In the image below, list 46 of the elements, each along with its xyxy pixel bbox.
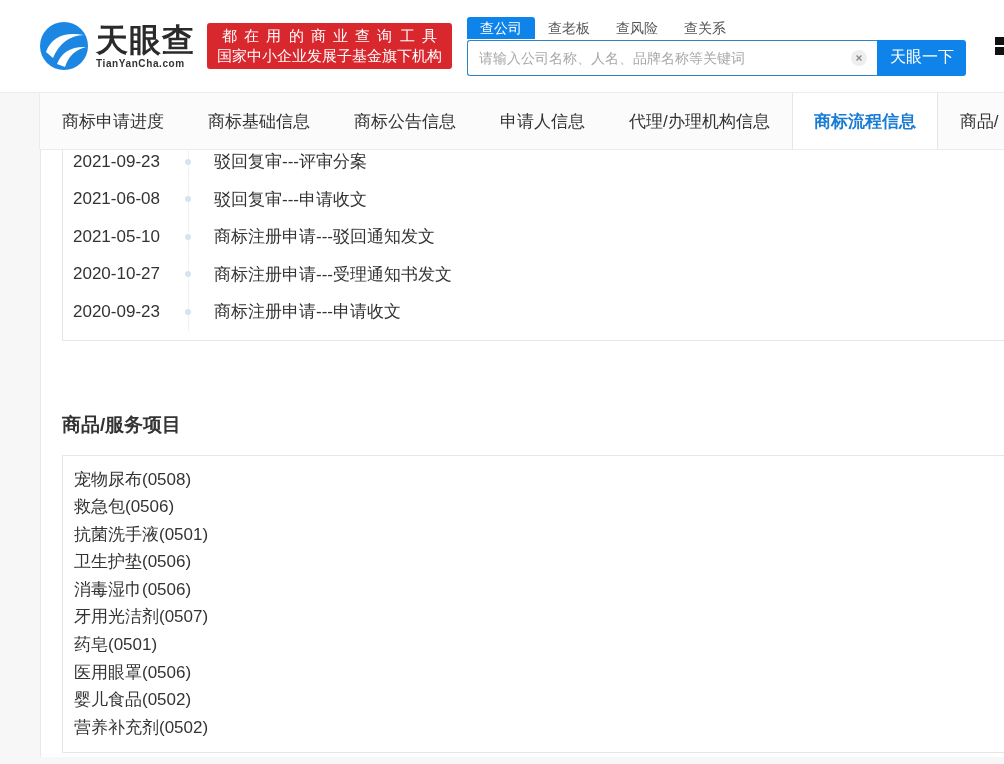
timeline-date: 2020-09-23 <box>73 301 161 322</box>
timeline-date: 2021-06-08 <box>73 189 161 210</box>
logo-name: 天眼查 <box>96 22 195 57</box>
goods-item: 抗菌洗手液(0501) <box>74 523 209 546</box>
search-field[interactable]: 请输入公司名称、人名、品牌名称等关键词 <box>467 39 877 76</box>
timeline-date: 2020-10-27 <box>73 264 161 285</box>
search-button[interactable]: 天眼一下 <box>877 39 966 76</box>
nav-tab[interactable]: 商标基础信息 <box>186 93 332 149</box>
timeline-event: 商标注册申请---申请收文 <box>214 301 401 324</box>
goods-item: 宠物尿布(0508) <box>74 468 192 491</box>
search-tab[interactable]: 查关系 <box>671 16 739 39</box>
timeline-event: 驳回复审---评审分案 <box>214 151 367 174</box>
goods-item: 救急包(0506) <box>74 496 175 519</box>
logo-domain: TianYanCha.com <box>96 56 185 70</box>
nav-tab[interactable]: 商标公告信息 <box>332 93 478 149</box>
slogan-text: 国家中小企业发展子基金旗下机构 <box>217 46 442 66</box>
timeline-event: 驳回复审---申请收文 <box>214 188 367 211</box>
timeline-dot <box>185 308 191 315</box>
nav-tab[interactable]: 代理/办理机构信息 <box>607 93 792 149</box>
timeline-date: 2021-05-10 <box>73 226 161 247</box>
goods-item: 营养补充剂(0502) <box>74 716 209 739</box>
timeline-dot <box>185 233 191 240</box>
clear-icon[interactable] <box>851 49 867 66</box>
search-tab[interactable]: 查风险 <box>603 16 671 39</box>
timeline-dot <box>185 158 191 165</box>
timeline-event: 商标注册申请---受理通知书发文 <box>214 263 452 286</box>
slogan-text: 都在用的商业查询工具 <box>222 26 444 46</box>
goods-item: 消毒湿巾(0506) <box>74 578 192 601</box>
nav-tab[interactable]: 商品/ <box>937 93 1004 149</box>
goods-item: 卫生护垫(0506) <box>74 551 192 574</box>
search-tab[interactable]: 查公司 <box>467 16 535 39</box>
timeline-event: 商标注册申请---驳回通知发文 <box>214 226 435 249</box>
goods-item: 药皂(0501) <box>74 634 158 657</box>
nav-tab[interactable]: 商标申请进度 <box>40 93 186 149</box>
section-title: 商品/服务项目 <box>62 412 183 437</box>
grid-icon[interactable] <box>995 37 1004 55</box>
goods-item: 婴儿食品(0502) <box>74 689 192 712</box>
logo-icon[interactable] <box>40 22 88 70</box>
nav-tab[interactable]: 商标流程信息 <box>791 93 938 149</box>
goods-item: 医用眼罩(0506) <box>74 661 192 684</box>
goods-item: 牙用光洁剂(0507) <box>74 606 209 629</box>
timeline-dot <box>185 196 191 203</box>
timeline-date: 2021-09-23 <box>73 151 161 172</box>
search-tab[interactable]: 查老板 <box>535 16 603 39</box>
timeline-dot <box>185 271 191 278</box>
nav-tab[interactable]: 申请人信息 <box>478 93 607 149</box>
